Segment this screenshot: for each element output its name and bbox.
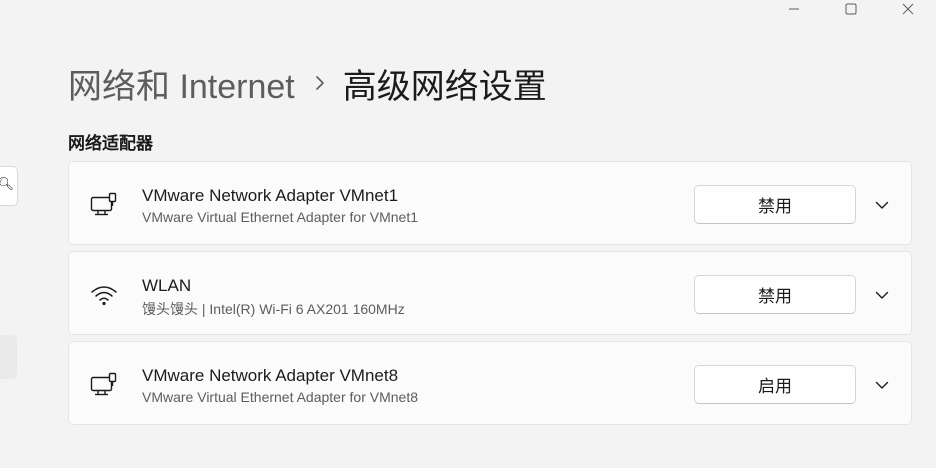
- chevron-down-icon[interactable]: [872, 195, 892, 215]
- adapter-description: 馒头馒头 | Intel(R) Wi-Fi 6 AX201 160MHz: [142, 301, 405, 317]
- close-icon: [902, 3, 913, 15]
- partial-left-nav-item[interactable]: [0, 335, 17, 379]
- adapter-description: VMware Virtual Ethernet Adapter for VMne…: [142, 389, 418, 405]
- partial-glyph: 🔍︎: [0, 176, 14, 191]
- disable-button[interactable]: 禁用: [694, 185, 856, 224]
- maximize-icon: [845, 3, 856, 15]
- section-title: 网络适配器: [68, 134, 153, 153]
- adapter-card-vmnet1[interactable]: VMware Network Adapter VMnet1 VMware Vir…: [68, 161, 912, 245]
- adapter-card-wlan[interactable]: WLAN 馒头馒头 | Intel(R) Wi-Fi 6 AX201 160MH…: [68, 251, 912, 335]
- partial-left-control[interactable]: 🔍︎: [0, 166, 18, 206]
- chevron-down-icon[interactable]: [872, 375, 892, 395]
- window-controls: [765, 0, 936, 18]
- chevron-down-icon[interactable]: [872, 285, 892, 305]
- disable-button[interactable]: 禁用: [694, 275, 856, 314]
- minimize-button[interactable]: [765, 0, 822, 18]
- minimize-icon: [788, 8, 799, 10]
- breadcrumb-parent[interactable]: 网络和 Internet: [68, 59, 295, 108]
- adapter-name: WLAN: [142, 276, 192, 295]
- ethernet-icon: [90, 372, 118, 398]
- page-title: 高级网络设置: [342, 67, 547, 106]
- adapter-card-vmnet8[interactable]: VMware Network Adapter VMnet8 VMware Vir…: [68, 341, 912, 425]
- breadcrumb: 网络和 Internet 高级网络设置: [68, 58, 547, 108]
- enable-button[interactable]: 启用: [694, 365, 856, 404]
- ethernet-icon: [90, 192, 118, 218]
- maximize-button[interactable]: [822, 0, 879, 18]
- chevron-right-icon: [315, 75, 325, 91]
- wifi-icon: [90, 282, 118, 308]
- adapter-description: VMware Virtual Ethernet Adapter for VMne…: [142, 209, 418, 225]
- close-button[interactable]: [879, 0, 936, 18]
- adapter-name: VMware Network Adapter VMnet1: [142, 186, 399, 205]
- adapter-name: VMware Network Adapter VMnet8: [142, 366, 399, 385]
